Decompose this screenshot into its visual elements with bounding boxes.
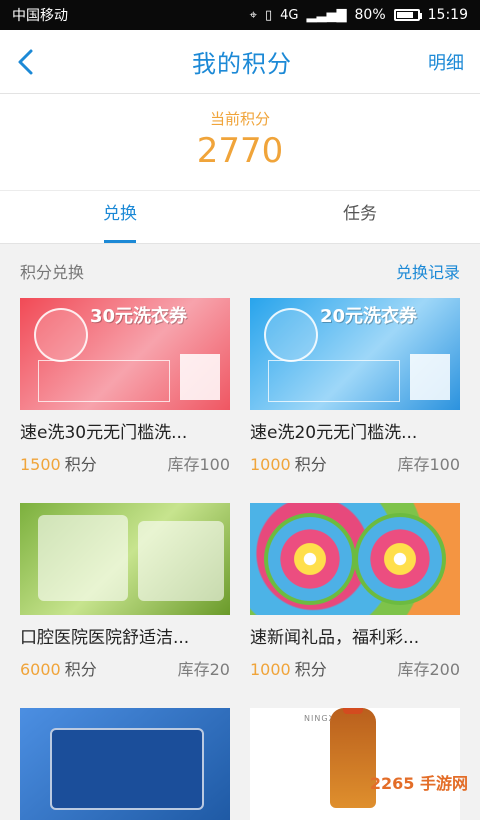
tab-bar: 兑换 任务 (0, 190, 480, 244)
product-name: 速e洗30元无门槛洗... (20, 423, 188, 443)
coupon-band (268, 360, 400, 402)
price-unit: 积分 (294, 455, 327, 474)
lottery-pattern-left (264, 513, 356, 605)
location-icon: ⌖ (249, 7, 257, 23)
site-watermark: 2265 手游网 (369, 774, 468, 793)
points-label: 当前积分 (209, 110, 270, 128)
product-image (250, 503, 460, 615)
product-price: 6000 积分 (20, 656, 97, 680)
product-photo-card-right (138, 521, 224, 601)
coupon-title: 20元洗衣券 (320, 306, 418, 327)
product-card[interactable] (20, 708, 230, 820)
product-card[interactable]: NINGXIAHONG (250, 708, 460, 820)
product-card[interactable]: 口腔医院医院舒适洁... 6000 积分 库存20 (20, 503, 230, 680)
product-image (20, 708, 230, 820)
coupon-emblem (264, 308, 318, 362)
vibrate-icon: ▯ (265, 7, 273, 23)
battery-percent: 80% (354, 7, 386, 23)
detail-link[interactable]: 明细 (428, 49, 464, 75)
points-summary: 当前积分 2770 (0, 94, 480, 190)
product-price: 1500 积分 (20, 451, 97, 475)
product-name: 口腔医院医院舒适洁... (20, 628, 190, 648)
coupon-title: 30元洗衣券 (90, 306, 188, 327)
coupon-artwork: 20元洗衣券 (250, 298, 460, 410)
product-image: 20元洗衣券 (250, 298, 460, 410)
battery-level (396, 12, 413, 18)
product-meta: 1000 积分 库存100 (250, 451, 460, 475)
clock: 15:19 (427, 7, 468, 23)
coupon-artwork: 30元洗衣券 (20, 298, 230, 410)
product-meta: 1500 积分 库存100 (20, 451, 230, 475)
coupon-emblem (34, 308, 88, 362)
product-price: 1000 积分 (250, 656, 327, 680)
tab-exchange[interactable]: 兑换 (0, 191, 240, 243)
price-value: 1000 (250, 455, 291, 474)
product-name: 速e洗20元无门槛洗... (250, 423, 418, 443)
product-image (20, 503, 230, 615)
network-type: 4G (280, 7, 299, 23)
price-unit: 积分 (294, 660, 327, 679)
coupon-side (410, 354, 450, 400)
product-photo-card-left (38, 515, 128, 601)
page-title: 我的积分 (192, 50, 292, 78)
price-value: 6000 (20, 660, 61, 679)
product-card[interactable]: 30元洗衣券 速e洗30元无门槛洗... 1500 积分 库存100 (20, 298, 230, 475)
product-image: 30元洗衣券 (20, 298, 230, 410)
price-unit: 积分 (64, 660, 97, 679)
carrier-name: 中国移动 (12, 8, 68, 24)
top-bar: 我的积分 明细 (0, 30, 480, 94)
exchange-record-link[interactable]: 兑换记录 (396, 259, 460, 283)
product-meta: 6000 积分 库存20 (20, 656, 230, 680)
product-stock: 库存100 (397, 455, 460, 474)
coupon-band (38, 360, 170, 402)
product-image: NINGXIAHONG (250, 708, 460, 820)
price-value: 1500 (20, 455, 61, 474)
membership-card-image (50, 728, 204, 810)
points-value: 2770 (196, 131, 284, 171)
signal-icon: ▂▃▅▇ (306, 7, 347, 23)
product-stock: 库存100 (167, 455, 230, 474)
price-unit: 积分 (64, 455, 97, 474)
tab-tasks[interactable]: 任务 (240, 191, 480, 243)
lottery-pattern-right (354, 513, 446, 605)
product-stock: 库存200 (397, 660, 460, 679)
back-button[interactable] (16, 42, 56, 82)
product-name: 速新闻礼品，福利彩... (250, 628, 420, 648)
status-icons: ⌖ ▯ 4G ▂▃▅▇ 80% 15:19 (250, 7, 468, 23)
price-value: 1000 (250, 660, 291, 679)
product-card[interactable]: 速新闻礼品，福利彩... 1000 积分 库存200 (250, 503, 460, 680)
product-grid: 30元洗衣券 速e洗30元无门槛洗... 1500 积分 库存100 20元洗衣券… (0, 298, 480, 820)
battery-icon (393, 9, 422, 21)
section-title: 积分兑换 (20, 263, 85, 282)
exchange-section-header: 积分兑换 兑换记录 (0, 244, 480, 298)
product-price: 1000 积分 (250, 451, 327, 475)
coupon-side (180, 354, 220, 400)
status-bar: 中国移动 ⌖ ▯ 4G ▂▃▅▇ 80% 15:19 (0, 0, 480, 30)
product-card[interactable]: 20元洗衣券 速e洗20元无门槛洗... 1000 积分 库存100 (250, 298, 460, 475)
product-stock: 库存20 (177, 660, 230, 679)
product-meta: 1000 积分 库存200 (250, 656, 460, 680)
back-arrow-icon (18, 49, 33, 74)
